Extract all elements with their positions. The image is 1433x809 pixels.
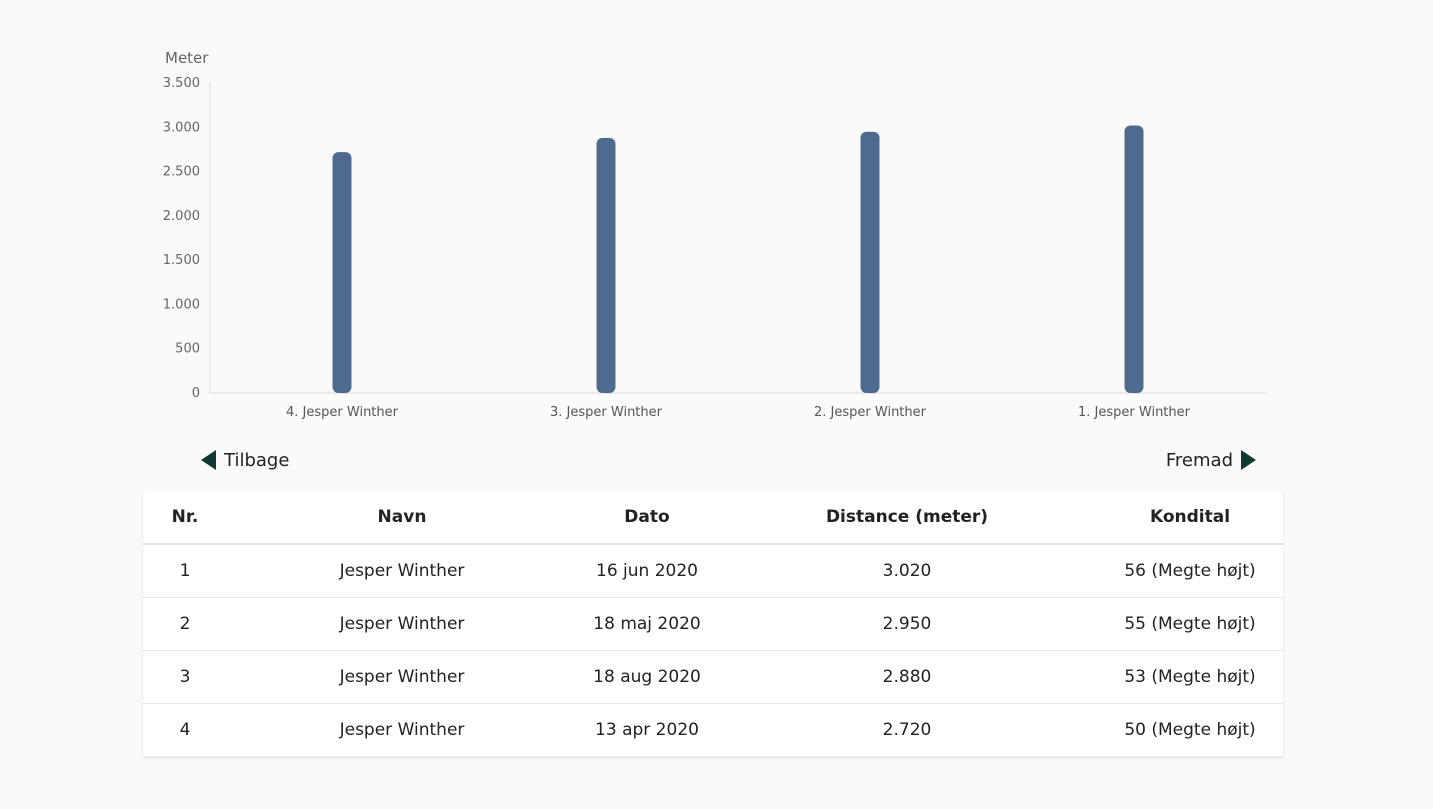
results-table-card: Nr. Navn Dato Distance (meter) Kondital …: [143, 491, 1283, 757]
x-tick-label: 2. Jesper Winther: [814, 405, 927, 420]
y-tick-label: 1.500: [163, 253, 200, 268]
cell-dato: 18 maj 2020: [577, 597, 717, 651]
cell-navn: Jesper Winther: [227, 650, 577, 704]
cell-distance: 2.950: [717, 597, 1097, 651]
header-kondital[interactable]: Kondital: [1097, 491, 1283, 545]
header-dato[interactable]: Dato: [577, 491, 717, 545]
cell-distance: 2.720: [717, 703, 1097, 757]
cell-navn: Jesper Winther: [227, 597, 577, 651]
distance-bar-chart: Meter 0 500 1.000 1.500 2.000 2.500 3.000 3.500…: [163, 49, 1266, 420]
table-row: 4 Jesper Winther 13 apr 2020 2.720 50 (M…: [143, 703, 1283, 757]
cell-dato: 16 jun 2020: [577, 544, 717, 598]
results-table: Nr. Navn Dato Distance (meter) Kondital …: [143, 491, 1283, 757]
cell-kondital: 56 (Megte højt): [1097, 544, 1283, 598]
cell-navn: Jesper Winther: [227, 544, 577, 598]
cell-navn: Jesper Winther: [227, 703, 577, 757]
y-tick-label: 2.000: [163, 209, 200, 224]
table-row: 2 Jesper Winther 18 maj 2020 2.950 55 (M…: [143, 597, 1283, 651]
x-tick-label: 3. Jesper Winther: [550, 405, 663, 420]
bar[interactable]: [860, 131, 880, 393]
x-tick-labels: 4. Jesper Winther 3. Jesper Winther 2. Jes…: [286, 405, 1191, 420]
bar[interactable]: [332, 152, 352, 393]
back-button-label: Tilbage: [224, 449, 290, 471]
y-tick-label: 0: [192, 386, 200, 401]
bar[interactable]: [1124, 125, 1144, 393]
y-tick-label: 3.500: [163, 76, 200, 91]
y-tick-labels: 0 500 1.000 1.500 2.000 2.500 3.000 3.500: [163, 76, 200, 401]
cell-nr: 4: [143, 703, 227, 757]
bar[interactable]: [596, 137, 616, 393]
back-button[interactable]: Tilbage: [201, 446, 289, 474]
cell-dato: 18 aug 2020: [577, 650, 717, 704]
cell-nr: 1: [143, 544, 227, 598]
cell-kondital: 53 (Megte højt): [1097, 650, 1283, 704]
arrow-left-icon: [201, 450, 216, 470]
cell-nr: 3: [143, 650, 227, 704]
cell-kondital: 55 (Megte højt): [1097, 597, 1283, 651]
x-tick-label: 4. Jesper Winther: [286, 405, 399, 420]
page: Meter 0 500 1.000 1.500 2.000 2.500 3.000 3.500…: [0, 0, 1433, 809]
cell-nr: 2: [143, 597, 227, 651]
y-tick-label: 1.000: [163, 297, 200, 312]
header-navn[interactable]: Navn: [227, 491, 577, 545]
y-tick-label: 500: [175, 342, 200, 357]
arrow-right-icon: [1241, 450, 1256, 470]
x-tick-label: 1. Jesper Winther: [1078, 405, 1191, 420]
cell-distance: 3.020: [717, 544, 1097, 598]
forward-button-label: Fremad: [1165, 449, 1233, 471]
cell-dato: 13 apr 2020: [577, 703, 717, 757]
y-tick-label: 2.500: [163, 165, 200, 180]
table-header-row: Nr. Navn Dato Distance (meter) Kondital: [143, 491, 1283, 545]
y-axis-title: Meter: [165, 49, 209, 67]
table-row: 1 Jesper Winther 16 jun 2020 3.020 56 (M…: [143, 544, 1283, 598]
table-row: 3 Jesper Winther 18 aug 2020 2.880 53 (M…: [143, 650, 1283, 704]
cell-distance: 2.880: [717, 650, 1097, 704]
header-nr[interactable]: Nr.: [143, 491, 227, 545]
cell-kondital: 50 (Megte højt): [1097, 703, 1283, 757]
bars: [332, 125, 1144, 393]
y-tick-label: 3.000: [163, 120, 200, 135]
forward-button[interactable]: Fremad: [1166, 446, 1256, 474]
header-distance[interactable]: Distance (meter): [717, 491, 1097, 545]
